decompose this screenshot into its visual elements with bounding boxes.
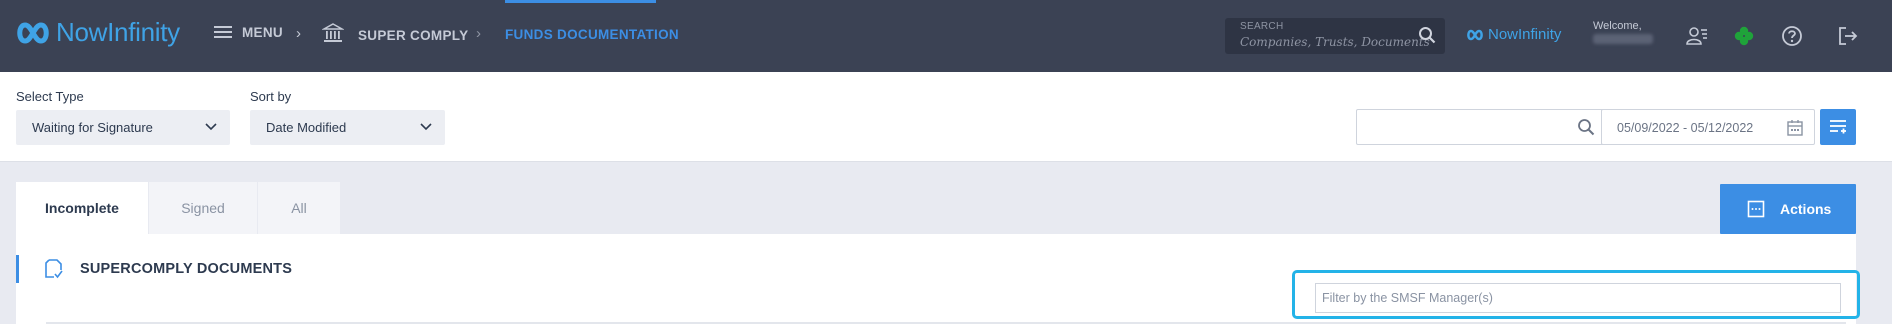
- help-icon[interactable]: [1781, 25, 1803, 47]
- user-list-icon[interactable]: [1686, 25, 1708, 47]
- menu-label: MENU: [242, 24, 283, 40]
- sort-by-dropdown[interactable]: Date Modified: [250, 110, 445, 145]
- actions-label: Actions: [1780, 201, 1832, 217]
- menu-button[interactable]: MENU: [214, 24, 283, 40]
- breadcrumb-super-comply[interactable]: SUPER COMPLY: [322, 22, 468, 44]
- user-name-blurred: [1593, 34, 1653, 44]
- list-settings-button[interactable]: [1820, 109, 1856, 145]
- date-range-value: 05/09/2022 - 05/12/2022: [1617, 121, 1754, 135]
- chevron-down-icon: [420, 123, 432, 131]
- top-navigation-bar: NowInfinity MENU › SUPER COMPLY › FUNDS …: [0, 0, 1892, 72]
- calendar-icon[interactable]: [1786, 119, 1804, 137]
- list-settings-icon: [1830, 120, 1846, 134]
- date-range-picker[interactable]: 05/09/2022 - 05/12/2022: [1601, 109, 1815, 145]
- sort-by-label: Sort by: [250, 89, 292, 104]
- logout-icon[interactable]: [1837, 25, 1859, 47]
- search-icon[interactable]: [1418, 26, 1436, 44]
- chevron-down-icon: [205, 123, 217, 131]
- sort-by-value: Date Modified: [266, 120, 347, 135]
- hamburger-icon: [214, 26, 232, 38]
- clover-icon[interactable]: [1733, 25, 1755, 47]
- brand-name-small: NowInfinity: [1488, 26, 1562, 43]
- actions-icon: [1747, 200, 1765, 218]
- search-icon[interactable]: [1577, 118, 1595, 136]
- global-search-label: SEARCH: [1240, 21, 1284, 32]
- global-search-placeholder: Companies, Trusts, Documents: [1240, 35, 1430, 49]
- tab-signed-label: Signed: [181, 200, 225, 216]
- tab-signed[interactable]: Signed: [149, 182, 257, 234]
- section-accent-bar: [16, 255, 19, 283]
- document-check-icon: [45, 259, 63, 279]
- breadcrumb-separator: ›: [476, 25, 481, 42]
- active-nav-indicator: [505, 0, 656, 3]
- section-title: SUPERCOMPLY DOCUMENTS: [80, 261, 293, 277]
- brand-name: NowInfinity: [56, 17, 180, 47]
- brand-logo-icon: [1467, 29, 1483, 40]
- tab-all-label: All: [291, 200, 307, 216]
- tab-all[interactable]: All: [258, 182, 340, 234]
- smsf-manager-filter-highlight: [1292, 270, 1860, 319]
- global-search[interactable]: SEARCH Companies, Trusts, Documents: [1225, 18, 1445, 54]
- breadcrumb-super-comply-label: SUPER COMPLY: [358, 28, 469, 43]
- select-type-value: Waiting for Signature: [32, 120, 153, 135]
- breadcrumb-separator: ›: [296, 25, 301, 42]
- documents-panel: SUPERCOMPLY DOCUMENTS: [16, 234, 1860, 324]
- actions-button[interactable]: Actions: [1720, 184, 1856, 234]
- brand-logo-icon: [17, 21, 49, 44]
- bank-icon: [322, 23, 344, 42]
- tab-incomplete[interactable]: Incomplete: [16, 182, 148, 234]
- smsf-manager-filter-input[interactable]: [1315, 283, 1841, 313]
- brand-logo[interactable]: NowInfinity: [16, 17, 180, 48]
- select-type-label: Select Type: [16, 89, 84, 104]
- document-search-input[interactable]: [1356, 109, 1606, 145]
- select-type-dropdown[interactable]: Waiting for Signature: [16, 110, 230, 145]
- welcome-text: Welcome,: [1593, 20, 1642, 32]
- breadcrumb-funds-documentation[interactable]: FUNDS DOCUMENTATION: [505, 27, 679, 42]
- tab-incomplete-label: Incomplete: [45, 200, 119, 216]
- brand-logo-small[interactable]: NowInfinity: [1465, 26, 1561, 43]
